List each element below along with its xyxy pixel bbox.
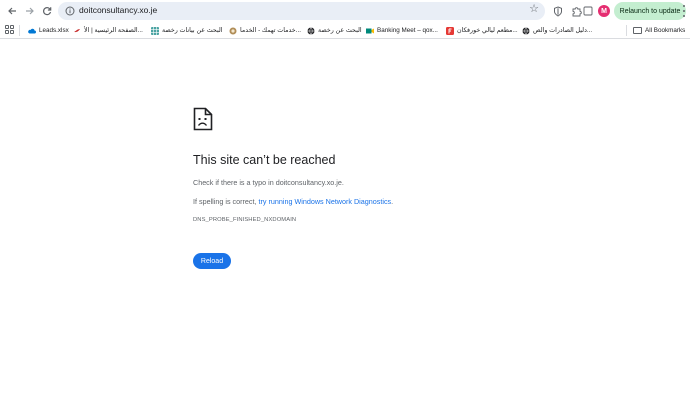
bookmark-item-banking-meet[interactable]: Banking Meet – qox... (366, 25, 438, 36)
bookmark-item-restaurant[interactable]: مطعم ليالي خورفكان... (446, 25, 518, 36)
error-code: DNS_PROBE_FINISHED_NXDOMAIN (193, 217, 297, 223)
all-bookmarks-button[interactable]: All Bookmarks (633, 25, 685, 36)
bookmark-label: البحث عن بيانات رخصة (162, 27, 223, 34)
globe-icon (522, 26, 530, 35)
bookmarks-bar: Leads.xlsx الصفحة الرئيسية | الأ... البح… (0, 22, 690, 39)
shield-extension-icon[interactable] (550, 3, 566, 19)
more-menu-icon[interactable] (681, 4, 687, 18)
downloads-icon[interactable] (580, 3, 596, 19)
bookmark-item-license-search[interactable]: البحث عن رخصة (307, 25, 362, 36)
reload-button[interactable]: Reload (193, 253, 231, 269)
bookmark-item-services[interactable]: خدمات تهمك - الخدما... (229, 25, 301, 36)
site-info-icon[interactable] (64, 5, 76, 17)
bookmark-label: خدمات تهمك - الخدما... (240, 27, 301, 34)
profile-avatar[interactable]: M (598, 5, 610, 17)
browser-toolbar: doitconsultancy.xo.je ☆ M Relaunch to up… (0, 0, 690, 22)
back-arrow-icon[interactable] (4, 3, 20, 19)
diagnostics-suffix: . (391, 197, 394, 206)
bookmark-label: دليل الصادرات والص... (533, 27, 593, 34)
url-text[interactable]: doitconsultancy.xo.je (79, 5, 157, 15)
globe-icon (307, 26, 315, 35)
all-bookmarks-label: All Bookmarks (645, 27, 686, 34)
network-diagnostics-link[interactable]: try running Windows Network Diagnostics (259, 197, 392, 206)
bird-icon (74, 28, 80, 32)
apps-grid-icon[interactable] (5, 25, 14, 34)
emblem-icon (229, 27, 237, 34)
bookmark-item-license-data[interactable]: البحث عن بيانات رخصة (151, 25, 223, 36)
error-title: This site can’t be reached (193, 153, 336, 167)
grid-logo-icon (151, 26, 159, 35)
bookmarks-divider (626, 25, 627, 36)
onedrive-icon (28, 28, 36, 33)
bookmark-item-home[interactable]: الصفحة الرئيسية | الأ... (73, 25, 143, 36)
folder-icon (633, 27, 642, 34)
bookmark-label: مطعم ليالي خورفكان... (457, 27, 518, 34)
forward-arrow-icon[interactable] (22, 3, 38, 19)
restaurant-icon (446, 26, 454, 35)
address-bar[interactable]: doitconsultancy.xo.je ☆ (58, 2, 545, 20)
bookmark-star-icon[interactable]: ☆ (529, 4, 539, 15)
bookmark-item-exports-guide[interactable]: دليل الصادرات والص... (522, 25, 592, 36)
error-message-typo: Check if there is a typo in doitconsulta… (193, 178, 344, 187)
reload-icon[interactable] (39, 3, 55, 19)
bookmark-item-leads[interactable]: Leads.xlsx (28, 25, 69, 36)
bookmark-label: Banking Meet – qox... (377, 27, 438, 34)
bookmark-label: البحث عن رخصة (318, 27, 362, 34)
bookmark-label: Leads.xlsx (39, 27, 69, 34)
error-message-diagnostics: If spelling is correct, try running Wind… (193, 197, 393, 206)
relaunch-to-update-button[interactable]: Relaunch to update (614, 2, 686, 20)
meet-icon (366, 28, 374, 33)
diagnostics-prefix: If spelling is correct, (193, 197, 259, 206)
bookmarks-divider (19, 25, 20, 36)
sad-document-icon (193, 107, 213, 131)
bookmark-label: الصفحة الرئيسية | الأ... (84, 27, 143, 34)
